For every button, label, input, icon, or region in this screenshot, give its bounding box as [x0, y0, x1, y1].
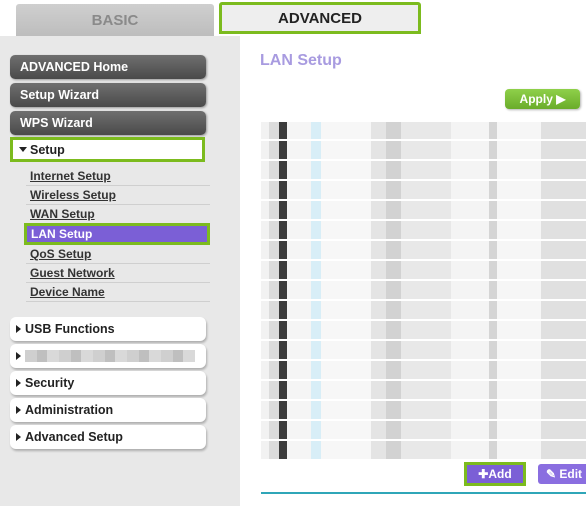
sidebar-section-advanced-setup[interactable]: Advanced Setup — [10, 425, 206, 449]
sidebar-section-label: Advanced Setup — [25, 430, 123, 444]
sidebar-section-setup[interactable]: Setup — [10, 137, 205, 162]
top-tab-bar: BASIC ADVANCED — [0, 0, 586, 36]
sidebar-section-redacted[interactable] — [10, 344, 206, 368]
sidebar-item-wireless-setup[interactable]: Wireless Setup — [26, 186, 210, 205]
sidebar: ADVANCED Home Setup Wizard WPS Wizard Se… — [0, 36, 240, 506]
apply-button[interactable]: Apply ▶ — [505, 89, 580, 109]
sidebar-section-security[interactable]: Security — [10, 371, 206, 395]
section-divider — [261, 492, 586, 494]
edit-button[interactable]: ✎ Edit — [538, 464, 586, 484]
lan-reservation-table-redacted — [261, 122, 586, 459]
sidebar-item-wan-setup[interactable]: WAN Setup — [26, 205, 210, 224]
sidebar-section-administration[interactable]: Administration — [10, 398, 206, 422]
sidebar-section-usb-functions[interactable]: USB Functions — [10, 317, 206, 341]
sidebar-section-label: USB Functions — [25, 322, 115, 336]
tab-advanced[interactable]: ADVANCED — [219, 2, 421, 34]
main-panel: LAN Setup Apply ▶ ✚Add ✎ Edit — [240, 36, 586, 506]
sidebar-section-setup-label: Setup — [30, 142, 65, 157]
sidebar-item-qos-setup[interactable]: QoS Setup — [26, 245, 210, 264]
sidebar-section-label: Security — [25, 376, 75, 390]
tab-basic[interactable]: BASIC — [16, 4, 214, 36]
sidebar-item-lan-setup[interactable]: LAN Setup — [24, 223, 210, 245]
sidebar-section-label: Administration — [25, 403, 114, 417]
sidebar-item-device-name[interactable]: Device Name — [26, 283, 210, 302]
chevron-right-icon — [16, 325, 21, 333]
chevron-right-icon — [16, 433, 21, 441]
sidebar-button-wps-wizard[interactable]: WPS Wizard — [10, 111, 206, 135]
chevron-right-icon — [16, 352, 21, 360]
redacted-label — [25, 350, 195, 362]
chevron-right-icon — [16, 379, 21, 387]
sidebar-item-guest-network[interactable]: Guest Network — [26, 264, 210, 283]
sidebar-item-internet-setup[interactable]: Internet Setup — [26, 167, 210, 186]
sidebar-button-setup-wizard[interactable]: Setup Wizard — [10, 83, 206, 107]
chevron-down-icon — [19, 147, 27, 152]
sidebar-button-advanced-home[interactable]: ADVANCED Home — [10, 55, 206, 79]
add-button[interactable]: ✚Add — [464, 462, 526, 486]
page-title: LAN Setup — [260, 52, 342, 69]
chevron-right-icon — [16, 406, 21, 414]
